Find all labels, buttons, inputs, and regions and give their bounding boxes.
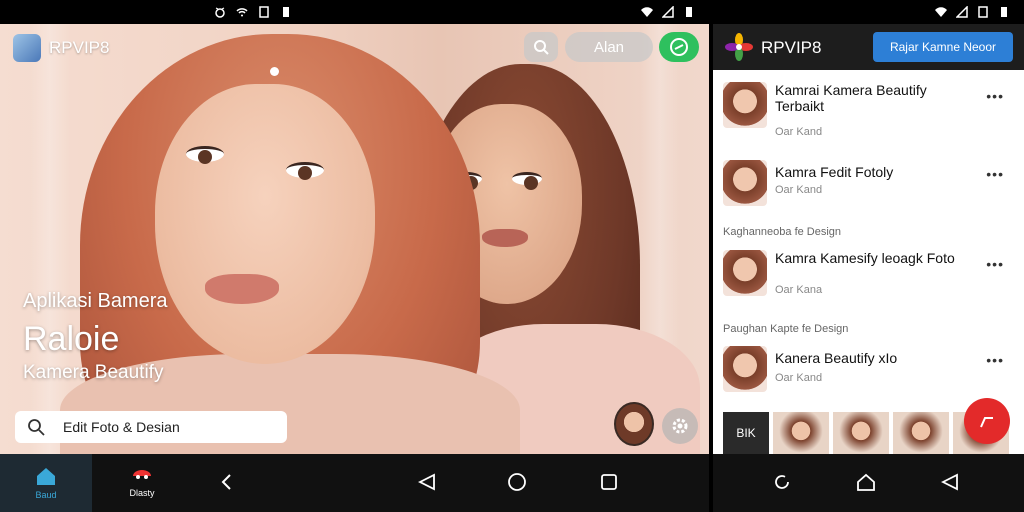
curtain-fold — [30, 24, 70, 454]
item-subtitle: Oar Kand — [775, 126, 823, 138]
battery-icon — [686, 7, 692, 17]
gear-icon — [672, 418, 688, 434]
sim-icon — [259, 6, 269, 18]
battery-icon — [1001, 7, 1007, 17]
edit-search-field[interactable]: Edit Foto & Desian — [15, 411, 287, 443]
recents-square-icon[interactable] — [600, 473, 618, 491]
app-header: RPVIP8 Rajar Kamne Neoor — [713, 24, 1024, 70]
strip-label-tile[interactable]: BIK — [723, 412, 769, 454]
item-thumbnail — [723, 346, 767, 392]
list-item[interactable]: Kamrai Kamera Beautify Terbaikt Oar Kand… — [713, 78, 1024, 138]
search-icon — [534, 40, 549, 55]
person-left-lips — [205, 274, 279, 304]
overlay-line-2: Raloie — [23, 320, 120, 358]
wifi-icon — [935, 7, 947, 18]
bottom-nav-right — [713, 454, 1024, 512]
overlay-line-3: Kamera Beautify — [23, 362, 164, 383]
settings-button[interactable] — [662, 408, 698, 444]
search-button[interactable] — [524, 32, 558, 62]
more-options-icon[interactable]: ••• — [986, 166, 1004, 182]
app-name: RPVIP8 — [49, 38, 110, 57]
app-logo-icon — [13, 34, 41, 62]
more-options-icon[interactable]: ••• — [986, 256, 1004, 272]
person-left-face — [155, 84, 375, 364]
home-icon — [37, 468, 55, 485]
section-heading: Kaghanneoba fe Design — [723, 226, 842, 238]
strip-thumbnail[interactable] — [833, 412, 889, 454]
edit-search-text: Edit Foto & Desian — [63, 419, 180, 435]
status-bar — [713, 0, 1024, 24]
check-circle-icon — [670, 38, 688, 56]
list-item[interactable]: Kamra Kamesify leoagk Foto Oar Kana ••• — [713, 246, 1024, 306]
item-title: Kanera Beautify xIo — [775, 350, 898, 366]
mask-icon — [133, 470, 151, 479]
camera-preview[interactable]: RPVIP8 Alan Aplikasi Bamera Raloie Kamer… — [0, 24, 709, 454]
camera-pane: RPVIP8 Alan Aplikasi Bamera Raloie Kamer… — [0, 0, 709, 512]
tab-discover[interactable]: Dlasty — [96, 454, 188, 512]
item-title: Kamra Kamesify leoagk Foto — [775, 250, 955, 266]
signal-icon — [662, 6, 674, 18]
green-action-button[interactable] — [659, 32, 699, 62]
alan-pill-button[interactable]: Alan — [565, 32, 653, 62]
more-options-icon[interactable]: ••• — [986, 352, 1004, 368]
item-subtitle: Oar Kand — [775, 184, 823, 196]
cta-button[interactable]: Rajar Kamne Neoor — [873, 32, 1013, 62]
tab-home[interactable]: Baud — [0, 454, 92, 512]
item-thumbnail — [723, 250, 767, 296]
overlay-line-1: Aplikasi Bamera — [23, 290, 168, 312]
chevron-left-icon[interactable] — [220, 473, 234, 491]
home-circle-icon[interactable] — [507, 472, 527, 492]
list-item[interactable]: Kamra Fedit Fotoly Oar Kand ••• — [713, 156, 1024, 216]
more-options-icon[interactable]: ••• — [986, 88, 1004, 104]
item-subtitle: Oar Kand — [775, 372, 823, 384]
floating-action-button[interactable] — [964, 398, 1010, 444]
sim-icon — [978, 6, 988, 18]
app-screen: RPVIP8 Alan Aplikasi Bamera Raloie Kamer… — [0, 0, 1024, 512]
eye — [186, 146, 224, 164]
search-icon — [28, 419, 45, 436]
eye — [286, 162, 324, 180]
item-title: Kamrai Kamera Beautify Terbaikt — [775, 82, 927, 114]
gallery-thumbnail[interactable] — [614, 402, 654, 446]
bottom-nav-left: Baud Dlasty — [0, 454, 709, 512]
strip-thumbnail[interactable] — [893, 412, 949, 454]
item-title: Kamra Fedit Fotoly — [775, 164, 894, 180]
edit-icon — [980, 417, 993, 428]
list-item[interactable]: Kanera Beautify xIo Oar Kand ••• — [713, 342, 1024, 402]
tab-home-label: Baud — [35, 490, 57, 500]
back-triangle-icon[interactable] — [418, 473, 436, 491]
back-triangle-icon[interactable] — [941, 473, 959, 491]
item-thumbnail — [723, 160, 767, 206]
eye — [512, 172, 542, 190]
signal-icon — [956, 6, 968, 18]
focus-dot — [270, 67, 279, 76]
section-heading: Paughan Kapte fe Design — [723, 323, 849, 335]
battery-icon — [283, 7, 289, 17]
app-title: RPVIP8 — [761, 38, 822, 57]
flower-logo-icon — [725, 33, 753, 61]
alarm-icon — [215, 7, 225, 18]
wifi-icon — [236, 8, 248, 17]
wifi-icon — [641, 7, 653, 18]
person-right-lips — [482, 229, 528, 247]
home-outline-icon[interactable] — [856, 472, 876, 492]
app-badge: RPVIP8 — [13, 34, 109, 62]
refresh-icon[interactable] — [772, 472, 792, 492]
strip-thumbnail[interactable] — [773, 412, 829, 454]
item-subtitle: Oar Kana — [775, 284, 823, 296]
tab-discover-label: Dlasty — [129, 488, 155, 498]
item-thumbnail — [723, 82, 767, 128]
status-bar — [0, 0, 709, 24]
app-list-pane: RPVIP8 Rajar Kamne Neoor Kamrai Kamera B… — [713, 0, 1024, 512]
